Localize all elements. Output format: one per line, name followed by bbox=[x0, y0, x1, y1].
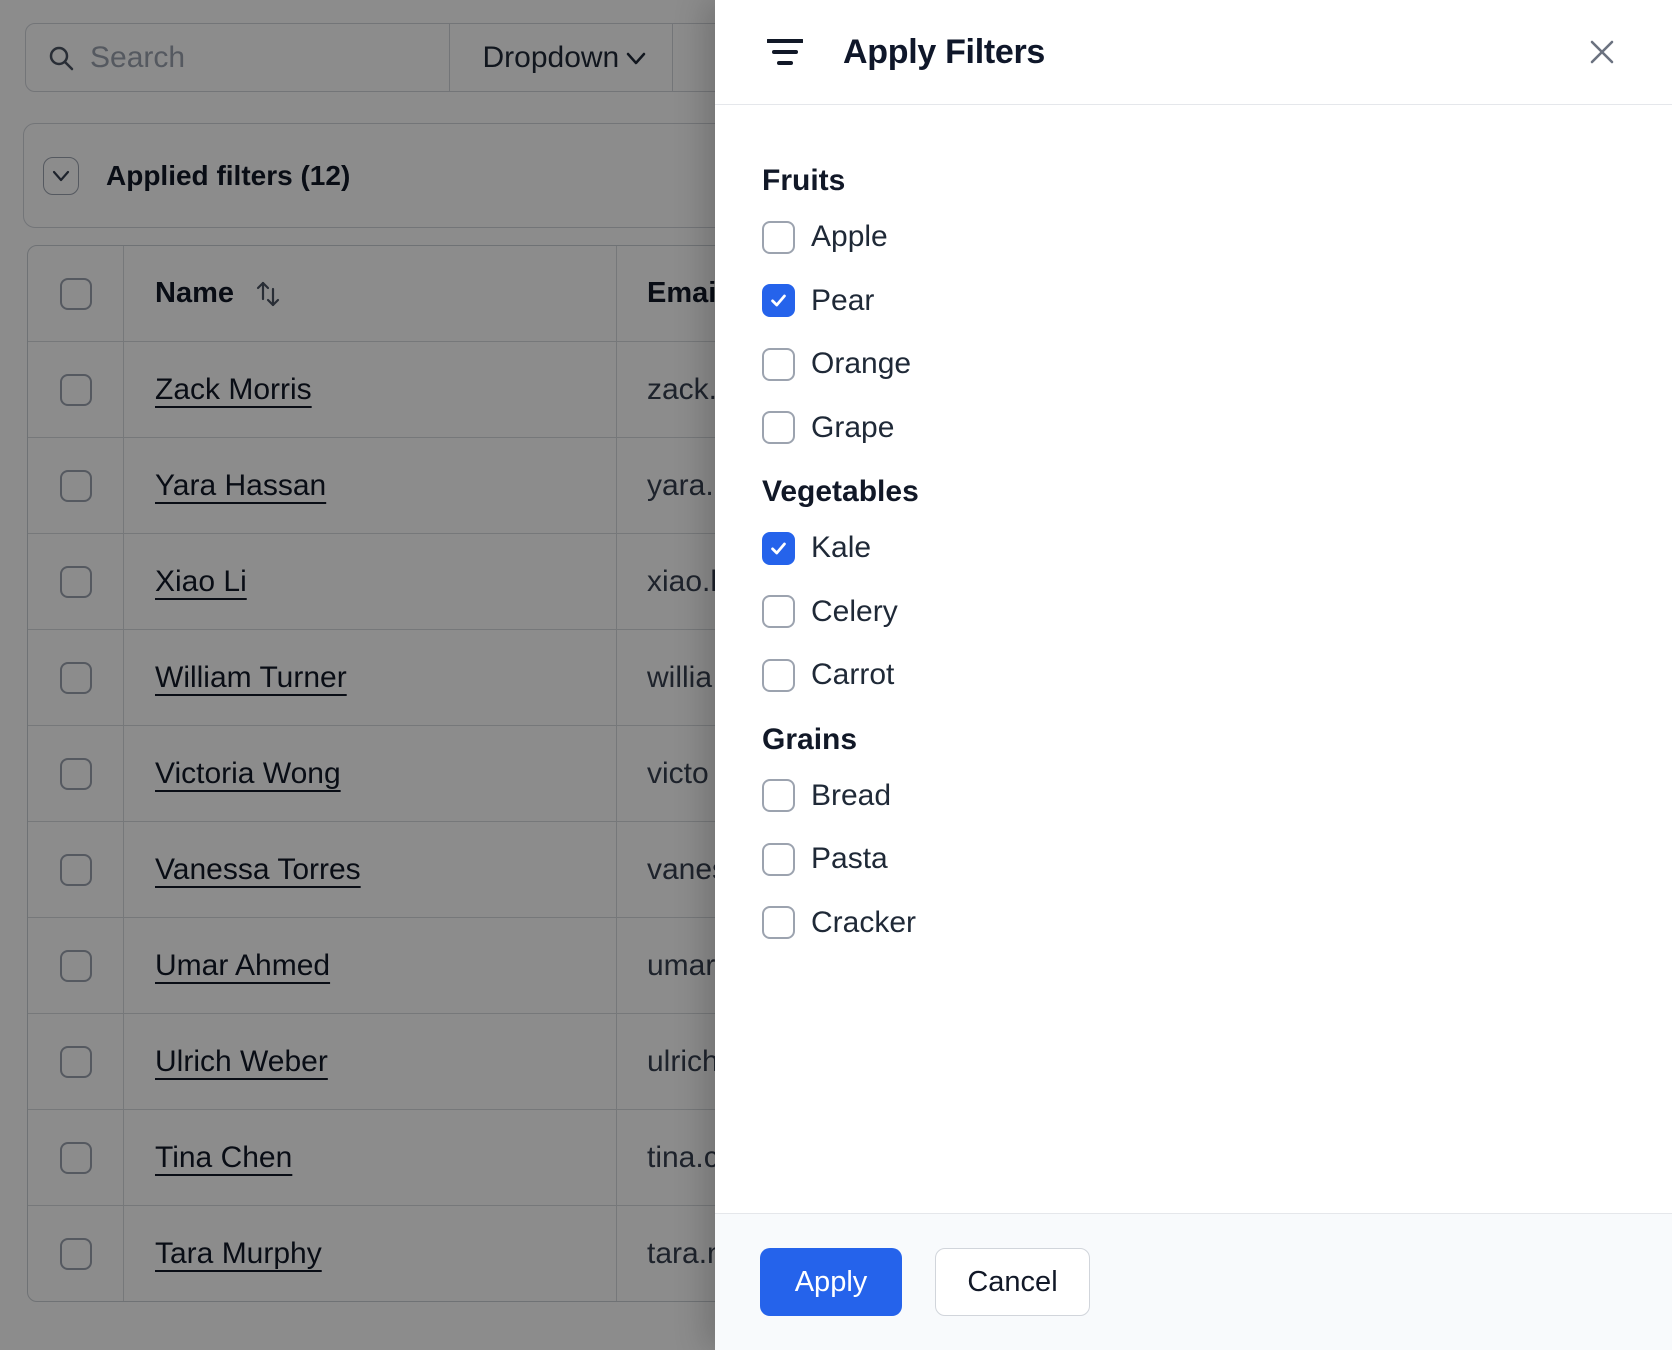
panel-header: Apply Filters bbox=[715, 0, 1672, 105]
filter-option[interactable]: Celery bbox=[762, 595, 1632, 629]
checkbox[interactable] bbox=[762, 411, 795, 444]
filter-option[interactable]: Bread bbox=[762, 779, 1632, 813]
cancel-button[interactable]: Cancel bbox=[935, 1248, 1090, 1316]
checkbox[interactable] bbox=[762, 906, 795, 939]
app-window: Search Dropdown Applied filters (12) Nam… bbox=[0, 0, 1672, 1350]
filter-section: Fruits Apple Pear Orange Grape bbox=[762, 163, 1632, 445]
filter-option[interactable]: Pear bbox=[762, 284, 1632, 318]
checkbox[interactable] bbox=[762, 658, 795, 692]
filter-options: Kale Celery Carrot bbox=[762, 531, 1632, 692]
panel-title: Apply Filters bbox=[843, 32, 1046, 71]
apply-filters-panel: Apply Filters Fruits Apple Pear Orange G… bbox=[715, 0, 1672, 1350]
filter-section: Vegetables Kale Celery Carrot bbox=[762, 474, 1632, 692]
checkbox[interactable] bbox=[762, 531, 795, 565]
filter-icon bbox=[767, 39, 803, 65]
checkbox[interactable] bbox=[762, 347, 795, 381]
checkbox[interactable] bbox=[762, 779, 795, 812]
filter-option-label: Carrot bbox=[811, 658, 895, 691]
checkmark-icon bbox=[771, 294, 786, 307]
filter-section: Grains Bread Pasta Cracker bbox=[762, 722, 1632, 940]
filter-options: Bread Pasta Cracker bbox=[762, 779, 1632, 940]
checkbox[interactable] bbox=[762, 284, 795, 317]
checkbox[interactable] bbox=[762, 842, 795, 876]
filter-option-label: Orange bbox=[811, 347, 912, 380]
filter-section-title: Grains bbox=[762, 722, 858, 756]
filter-sections: Fruits Apple Pear Orange Grape Vegetable… bbox=[715, 105, 1672, 1213]
filter-option[interactable]: Apple bbox=[762, 220, 1632, 254]
checkbox[interactable] bbox=[762, 220, 795, 254]
filter-option-label: Pear bbox=[811, 283, 875, 317]
filter-option[interactable]: Carrot bbox=[762, 658, 1632, 692]
apply-button[interactable]: Apply bbox=[760, 1248, 902, 1316]
filter-option[interactable]: Kale bbox=[762, 531, 1632, 565]
panel-footer: Apply Cancel bbox=[715, 1213, 1672, 1350]
filter-option[interactable]: Orange bbox=[762, 347, 1632, 381]
close-button[interactable] bbox=[1587, 37, 1617, 67]
filter-options: Apple Pear Orange Grape bbox=[762, 220, 1632, 445]
filter-option-label: Apple bbox=[811, 220, 888, 253]
filter-option-label: Cracker bbox=[811, 905, 917, 939]
close-icon bbox=[1590, 40, 1614, 64]
filter-option[interactable]: Pasta bbox=[762, 842, 1632, 876]
filter-option-label: Celery bbox=[811, 594, 898, 628]
checkmark-icon bbox=[771, 542, 786, 554]
filter-option-label: Bread bbox=[811, 778, 892, 812]
checkbox[interactable] bbox=[762, 595, 795, 628]
filter-option-label: Grape bbox=[811, 410, 895, 444]
filter-option[interactable]: Grape bbox=[762, 411, 1632, 445]
filter-option-label: Kale bbox=[811, 531, 872, 564]
filter-section-title: Vegetables bbox=[762, 475, 919, 508]
filter-option-label: Pasta bbox=[811, 842, 888, 875]
filter-option[interactable]: Cracker bbox=[762, 906, 1632, 940]
filter-section-title: Fruits bbox=[762, 164, 846, 197]
